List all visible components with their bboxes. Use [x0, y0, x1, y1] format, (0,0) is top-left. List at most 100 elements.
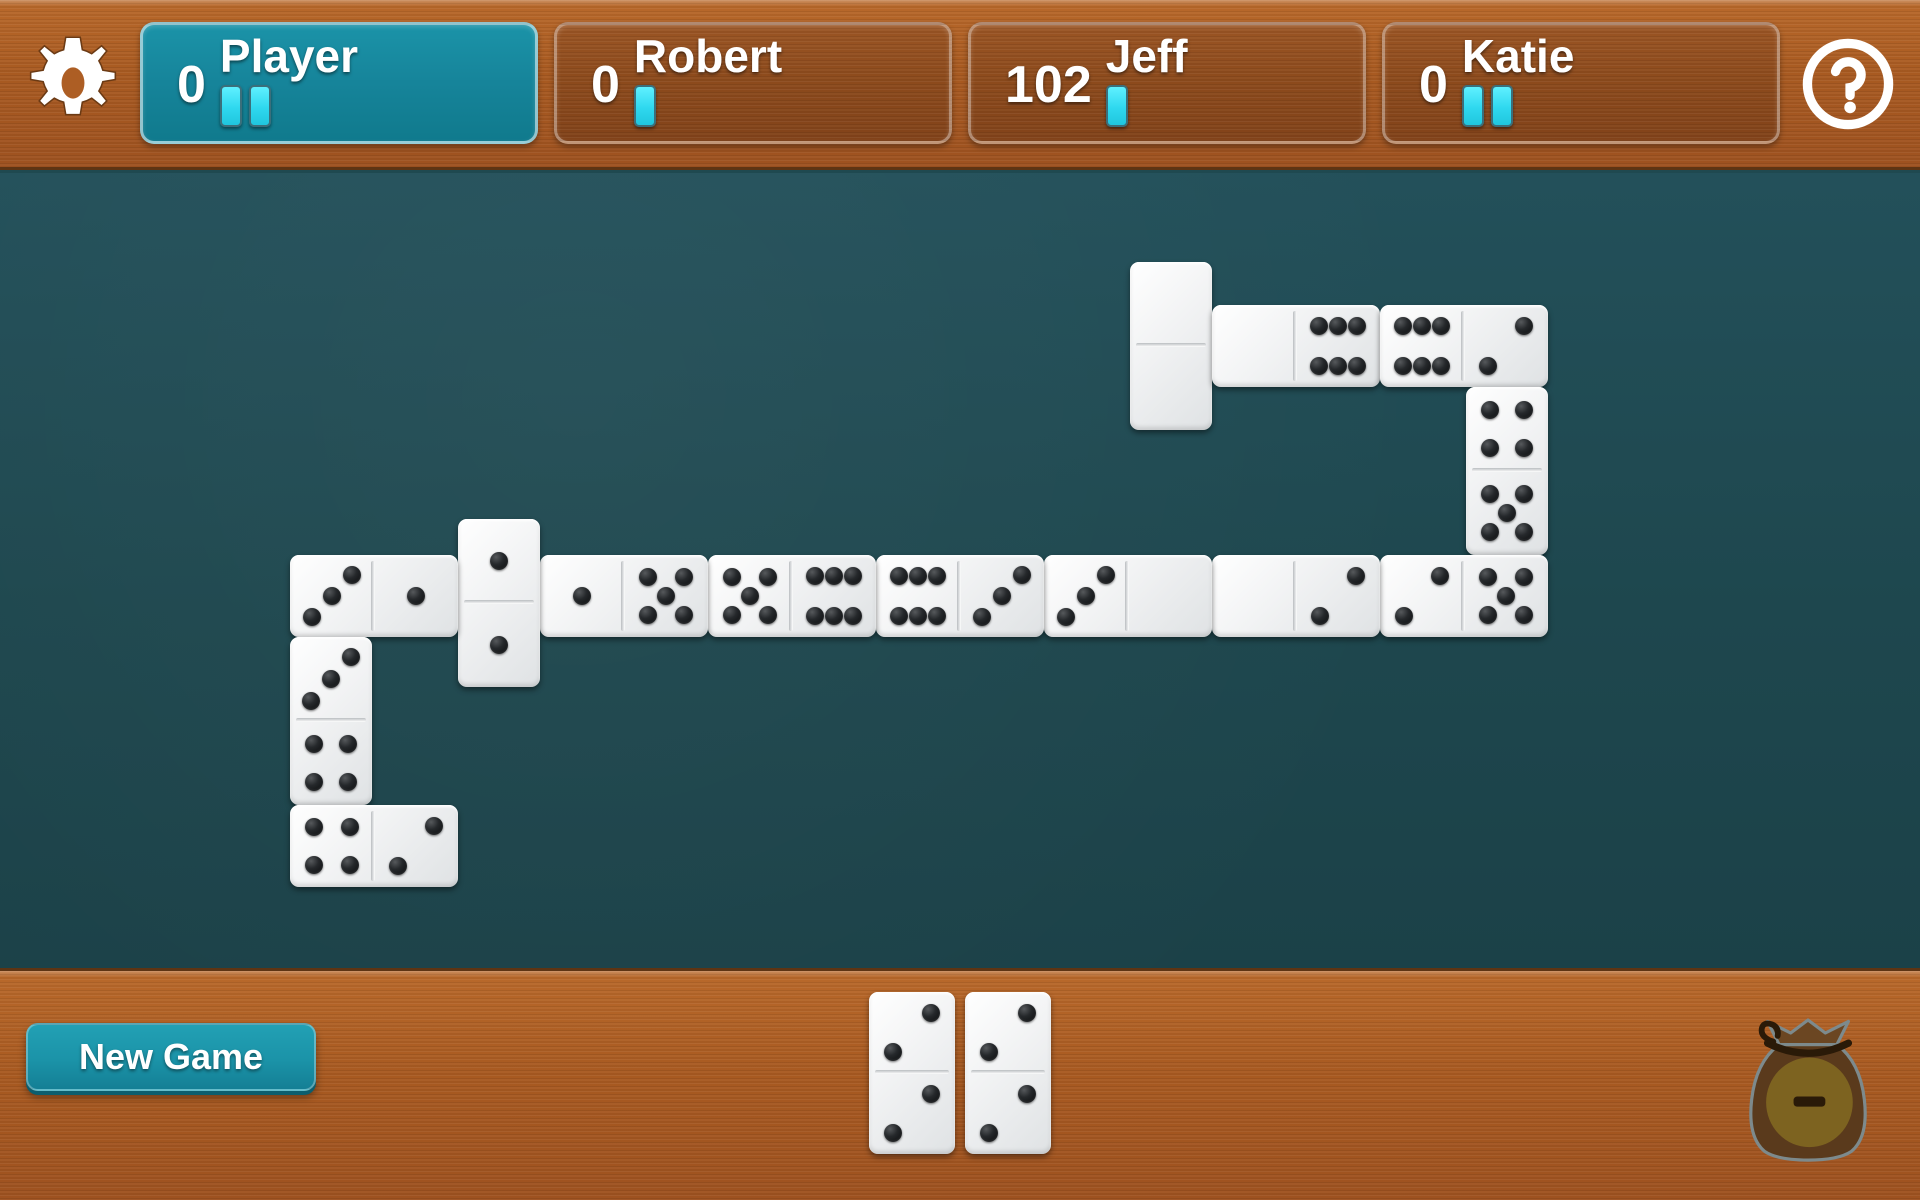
domino-half [290, 805, 375, 887]
domino-tile[interactable] [1130, 262, 1212, 430]
domino-half [792, 555, 876, 637]
hand-domino-tile[interactable] [869, 992, 955, 1154]
domino-pip [758, 605, 777, 624]
domino-tile[interactable] [1044, 555, 1212, 637]
domino-pip [1498, 504, 1516, 522]
domino-pip [1515, 400, 1534, 419]
player-name: Player [219, 30, 359, 82]
money-bag-icon [1749, 1018, 1867, 1162]
domino-pip [972, 608, 991, 627]
domino-half [1296, 305, 1380, 387]
tile-marker [633, 84, 656, 127]
domino-half [1380, 555, 1465, 637]
domino-pip [573, 587, 591, 605]
domino-pip [723, 568, 742, 587]
hand-domino-tile[interactable] [965, 992, 1051, 1154]
domino-tile[interactable] [290, 805, 458, 887]
domino-tile[interactable] [1380, 305, 1548, 387]
domino-pip [1097, 565, 1116, 584]
domino-pip [490, 636, 508, 654]
player-info: Robert [620, 25, 782, 127]
domino-pip [844, 606, 863, 625]
player-info: Katie [1448, 25, 1574, 127]
domino-tile[interactable] [1212, 305, 1380, 387]
domino-pip [1309, 356, 1328, 375]
domino-tile[interactable] [876, 555, 1044, 637]
domino-pip [723, 605, 742, 624]
tile-marker [1490, 84, 1513, 127]
domino-pip [1013, 565, 1032, 584]
domino-pip [674, 568, 693, 587]
domino-half [374, 805, 458, 887]
domino-pip [1077, 587, 1095, 605]
domino-half [290, 555, 375, 637]
domino-tile[interactable] [290, 555, 458, 637]
domino-tile[interactable] [708, 555, 876, 637]
domino-pip [1479, 568, 1498, 587]
boneyard-button[interactable]: - [1734, 1005, 1882, 1165]
domino-pip [1413, 317, 1431, 336]
domino-pip [639, 605, 658, 624]
domino-half [1466, 471, 1548, 555]
domino-half [869, 1073, 955, 1154]
domino-half [708, 555, 793, 637]
domino-pip [889, 567, 908, 586]
player-name: Robert [633, 30, 783, 82]
domino-half [965, 1073, 1051, 1154]
domino-half [1130, 262, 1212, 347]
domino-pip [305, 818, 324, 837]
domino-pip [993, 587, 1011, 605]
domino-pip [1480, 439, 1499, 458]
player-panel-katie[interactable]: 0 Katie [1382, 22, 1780, 144]
game-board[interactable] [0, 173, 1920, 968]
domino-half [624, 555, 708, 637]
domino-tile[interactable] [1380, 555, 1548, 637]
domino-pip [1515, 317, 1534, 336]
player-panel-robert[interactable]: 0 Robert [554, 22, 952, 144]
domino-pip [304, 773, 323, 792]
domino-pip [758, 568, 777, 587]
domino-pip [674, 605, 693, 624]
tile-marker [1105, 84, 1128, 127]
question-mark-circle-icon[interactable] [1792, 28, 1904, 140]
domino-pip [1329, 356, 1347, 375]
domino-half [869, 992, 955, 1074]
domino-tile[interactable] [1466, 387, 1548, 555]
domino-pip [980, 1042, 999, 1061]
domino-tile[interactable] [458, 519, 540, 687]
domino-pip [1329, 317, 1347, 336]
domino-pip [1478, 356, 1497, 375]
domino-pip [302, 608, 321, 627]
bottom-bar: New Game - [0, 968, 1920, 1200]
domino-half [540, 555, 625, 637]
domino-half [1212, 305, 1297, 387]
domino-tile[interactable] [1212, 555, 1380, 637]
domino-half [960, 555, 1044, 637]
domino-tile[interactable] [540, 555, 708, 637]
player-hand[interactable] [0, 992, 1920, 1154]
domino-half [374, 555, 458, 637]
domino-pip [1347, 567, 1366, 586]
help-icon-svg [1802, 38, 1894, 130]
domino-pip [657, 587, 675, 605]
player-tile-count-indicator [219, 84, 358, 127]
domino-half [1464, 305, 1548, 387]
domino-pip [1497, 587, 1515, 605]
domino-half [458, 519, 540, 604]
domino-tile[interactable] [290, 637, 372, 805]
domino-pip [1017, 1004, 1036, 1023]
player-panel-jeff[interactable]: 102 Jeff [968, 22, 1366, 144]
domino-pip [889, 606, 908, 625]
player-panel-player[interactable]: 0 Player [140, 22, 538, 144]
gear-icon[interactable] [18, 28, 128, 138]
domino-half [1296, 555, 1380, 637]
domino-pip [302, 691, 321, 710]
domino-pip [844, 567, 863, 586]
domino-pip [1393, 356, 1412, 375]
domino-pip [425, 817, 444, 836]
domino-pip [1480, 523, 1499, 542]
player-panel-list: 0 Player 0 Robert 102 Jeff 0 Katie [140, 22, 1780, 144]
domino-pip [340, 818, 359, 837]
player-score: 102 [1005, 56, 1092, 114]
domino-half [290, 637, 372, 722]
